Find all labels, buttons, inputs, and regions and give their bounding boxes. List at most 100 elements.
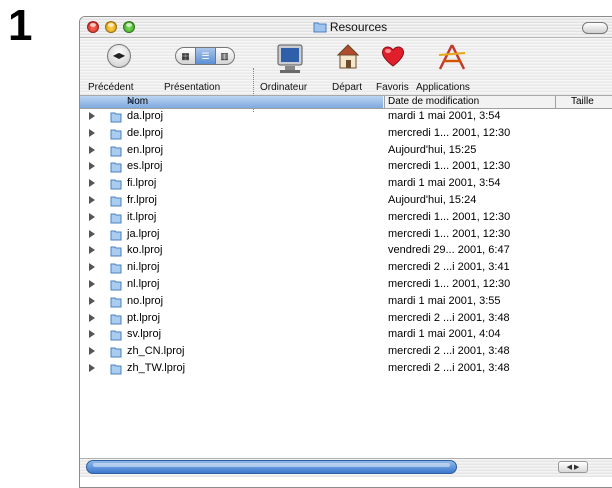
file-date: mardi 1 mai 2001, 3:54 [388,177,501,190]
file-name: it.lproj [127,210,157,223]
list-item[interactable]: da.lproj mardi 1 mai 2001, 3:54 [80,109,612,126]
file-name: de.lproj [127,126,164,139]
list-item[interactable]: it.lproj mercredi 1... 2001, 12:30 [80,210,612,227]
disclosure-triangle-icon[interactable] [89,279,95,288]
home-icon[interactable] [336,43,360,76]
file-name: sv.lproj [127,328,162,341]
file-list: da.lproj mardi 1 mai 2001, 3:54 de.lproj m… [80,109,612,378]
finder-window: Resources ◀▶ Précédent ▦ ☰ ▥ Présentatio… [79,16,612,488]
list-item[interactable]: ni.lproj mercredi 2 ...i 2001, 3:41 [80,260,612,277]
list-item[interactable]: no.lproj mardi 1 mai 2001, 3:55 [80,294,612,311]
file-date: mercredi 2 ...i 2001, 3:41 [388,261,510,274]
folder-icon [109,127,123,144]
file-date: mercredi 1... 2001, 12:30 [388,277,511,290]
disclosure-triangle-icon[interactable] [89,145,95,154]
file-date: Aujourd'hui, 15:25 [388,143,477,156]
folder-icon [109,295,123,312]
favorites-label[interactable]: Favoris [376,82,409,93]
disclosure-triangle-icon[interactable] [89,128,95,137]
toolbar: ◀▶ Précédent ▦ ☰ ▥ Présentation Ordinate… [80,38,612,112]
list-item[interactable]: ja.lproj mercredi 1... 2001, 12:30 [80,227,612,244]
name-column-header[interactable]: Nom ▲ [80,96,383,108]
file-date: mercredi 1... 2001, 12:30 [388,160,511,173]
horizontal-scrollbar-thumb[interactable] [86,460,457,474]
folder-icon [109,160,123,177]
file-date: mercredi 2 ...i 2001, 3:48 [388,345,510,358]
window-title-text: Resources [329,20,388,34]
folder-icon [109,345,123,362]
file-date: mardi 1 mai 2001, 3:55 [388,294,501,307]
folder-icon [109,194,123,211]
column-view-icon[interactable]: ▥ [215,48,234,64]
file-name: fr.lproj [127,193,157,206]
heart-icon[interactable] [380,43,406,74]
disclosure-triangle-icon[interactable] [89,229,95,238]
computer-icon[interactable] [276,43,304,82]
home-label[interactable]: Départ [332,82,362,93]
disclosure-triangle-icon[interactable] [89,162,95,171]
sort-ascending-icon: ▲ [127,96,135,105]
list-item[interactable]: zh_TW.lproj mercredi 2 ...i 2001, 3:48 [80,361,612,378]
disclosure-triangle-icon[interactable] [89,363,95,372]
toolbar-toggle-button[interactable] [582,22,608,34]
icon-view-icon[interactable]: ▦ [176,48,195,64]
disclosure-triangle-icon[interactable] [89,195,95,204]
view-label: Présentation [164,82,221,93]
disclosure-triangle-icon[interactable] [89,112,95,120]
file-name: pt.lproj [127,311,161,324]
file-name: fi.lproj [127,177,157,190]
list-item[interactable]: de.lproj mercredi 1... 2001, 12:30 [80,126,612,143]
list-view-icon[interactable]: ☰ [195,48,216,64]
file-name: ja.lproj [127,227,160,240]
disclosure-triangle-icon[interactable] [89,263,95,272]
file-name: zh_TW.lproj [127,361,186,374]
list-item[interactable]: sv.lproj mardi 1 mai 2001, 4:04 [80,327,612,344]
list-item[interactable]: nl.lproj mercredi 1... 2001, 12:30 [80,277,612,294]
file-name: no.lproj [127,294,164,307]
disclosure-triangle-icon[interactable] [89,330,95,339]
disclosure-triangle-icon[interactable] [89,212,95,221]
column-header: Nom ▲ Date de modification Taille [80,96,612,109]
file-date: mardi 1 mai 2001, 4:04 [388,328,501,341]
file-date: Aujourd'hui, 15:24 [388,193,477,206]
disclosure-triangle-icon[interactable] [89,296,95,305]
file-date: mercredi 2 ...i 2001, 3:48 [388,361,510,374]
back-label: Précédent [88,82,134,93]
size-column-label: Taille [571,96,594,107]
folder-icon [313,21,327,36]
folder-icon [109,177,123,194]
disclosure-triangle-icon[interactable] [89,313,95,322]
list-item[interactable]: zh_CN.lproj mercredi 2 ...i 2001, 3:48 [80,344,612,361]
back-button[interactable]: ◀▶ [107,44,131,68]
computer-label[interactable]: Ordinateur [260,82,307,93]
folder-icon [109,244,123,261]
list-item[interactable]: es.lproj mercredi 1... 2001, 12:30 [80,159,612,176]
list-item[interactable]: ko.lproj vendredi 29... 2001, 6:47 [80,243,612,260]
step-number: 1 [8,1,33,50]
disclosure-triangle-icon[interactable] [89,179,95,188]
folder-icon [109,278,123,295]
list-item[interactable]: en.lproj Aujourd'hui, 15:25 [80,143,612,160]
folder-icon [109,211,123,228]
file-date: mercredi 1... 2001, 12:30 [388,126,511,139]
title-bar[interactable]: Resources [80,17,612,38]
applications-label[interactable]: Applications [416,82,470,93]
list-item[interactable]: pt.lproj mercredi 2 ...i 2001, 3:48 [80,311,612,328]
file-date: mercredi 2 ...i 2001, 3:48 [388,311,510,324]
scroll-arrows[interactable]: ◀ ▶ [558,461,588,473]
window-title: Resources [80,20,612,36]
view-selector[interactable]: ▦ ☰ ▥ [175,47,235,65]
list-item[interactable]: fi.lproj mardi 1 mai 2001, 3:54 [80,176,612,193]
size-column-header[interactable]: Taille [555,96,612,108]
file-name: da.lproj [127,110,164,122]
disclosure-triangle-icon[interactable] [89,347,95,356]
list-item[interactable]: fr.lproj Aujourd'hui, 15:24 [80,193,612,210]
file-date: mercredi 1... 2001, 12:30 [388,227,511,240]
disclosure-triangle-icon[interactable] [89,246,95,255]
file-name: es.lproj [127,160,163,173]
folder-icon [109,328,123,345]
applications-icon[interactable] [437,43,467,76]
folder-icon [109,144,123,161]
file-name: nl.lproj [127,277,160,290]
date-column-header[interactable]: Date de modification [384,96,555,108]
